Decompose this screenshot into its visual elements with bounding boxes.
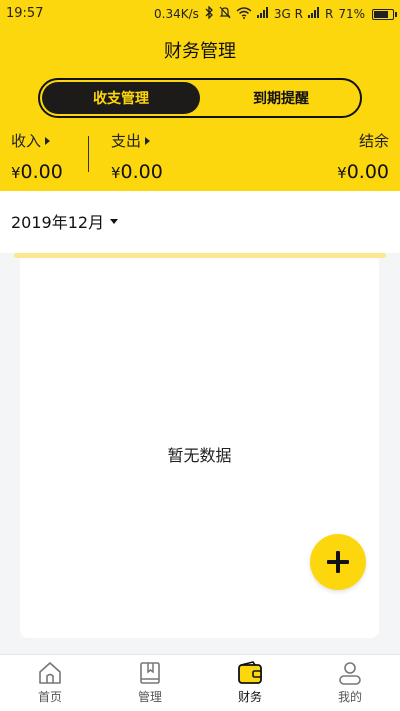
caret-down-icon xyxy=(110,218,119,224)
expense-amount: 0.00 xyxy=(120,161,163,183)
month-bar: 2019年12月 xyxy=(0,191,400,253)
home-icon xyxy=(39,662,61,684)
balance-amount: 0.00 xyxy=(346,161,389,183)
tab-income-expense[interactable]: 收支管理 xyxy=(42,82,200,114)
expense-label: 支出 xyxy=(111,132,142,150)
empty-state-text: 暂无数据 xyxy=(167,446,232,465)
battery-icon xyxy=(372,8,397,20)
wallet-icon xyxy=(238,661,262,684)
add-record-button[interactable] xyxy=(310,534,366,590)
person-icon xyxy=(339,662,361,685)
nav-home-label: 首页 xyxy=(37,690,62,704)
bluetooth-icon xyxy=(204,5,214,22)
status-time: 19:57 xyxy=(6,6,44,21)
expense-summary[interactable]: 支出 ¥0.00 xyxy=(111,130,163,183)
nav-mine-label: 我的 xyxy=(337,690,362,704)
chevron-right-icon xyxy=(45,136,51,145)
nav-home[interactable]: 首页 xyxy=(0,655,100,711)
currency-symbol: ¥ xyxy=(11,164,21,182)
nav-manage[interactable]: 管理 xyxy=(100,655,200,711)
bottom-nav: 首页 管理 财务 我的 xyxy=(0,654,400,711)
page-title: 财务管理 xyxy=(164,41,236,62)
income-summary[interactable]: 收入 ¥0.00 xyxy=(11,130,63,183)
wifi-icon xyxy=(236,6,252,22)
currency-symbol: ¥ xyxy=(111,164,121,182)
chevron-right-icon xyxy=(145,136,151,145)
nav-mine[interactable]: 我的 xyxy=(300,655,400,711)
network-type-1: 3G R xyxy=(273,7,303,21)
balance-summary: 结余 ¥0.00 xyxy=(337,130,389,183)
nav-finance[interactable]: 财务 xyxy=(200,655,300,711)
balance-label: 结余 xyxy=(358,132,389,150)
summary-row: 收入 ¥0.00 支出 ¥0.00 结余 ¥0.00 xyxy=(0,130,400,185)
nav-manage-label: 管理 xyxy=(137,690,162,704)
month-selector[interactable]: 2019年12月 xyxy=(11,209,119,233)
tab-due-reminder[interactable]: 到期提醒 xyxy=(202,80,360,116)
card-top-accent xyxy=(14,253,386,258)
battery-percent: 71% xyxy=(338,7,365,21)
network-type-2: R xyxy=(324,7,334,21)
summary-divider xyxy=(88,136,89,172)
mute-icon xyxy=(219,6,231,22)
network-speed: 0.34K/s xyxy=(154,7,199,21)
month-value: 2019年12月 xyxy=(11,213,105,232)
signal-icon-2 xyxy=(307,7,320,21)
book-icon xyxy=(140,662,160,684)
income-amount: 0.00 xyxy=(20,161,63,183)
signal-icon xyxy=(256,7,269,21)
status-bar: 19:57 0.34K/s 3G R R 71% xyxy=(0,0,400,28)
income-label: 收入 xyxy=(11,132,42,150)
segment-tabs: 收支管理 到期提醒 xyxy=(38,78,362,118)
currency-symbol: ¥ xyxy=(337,164,347,182)
nav-finance-label: 财务 xyxy=(237,690,262,704)
plus-icon xyxy=(327,551,349,573)
